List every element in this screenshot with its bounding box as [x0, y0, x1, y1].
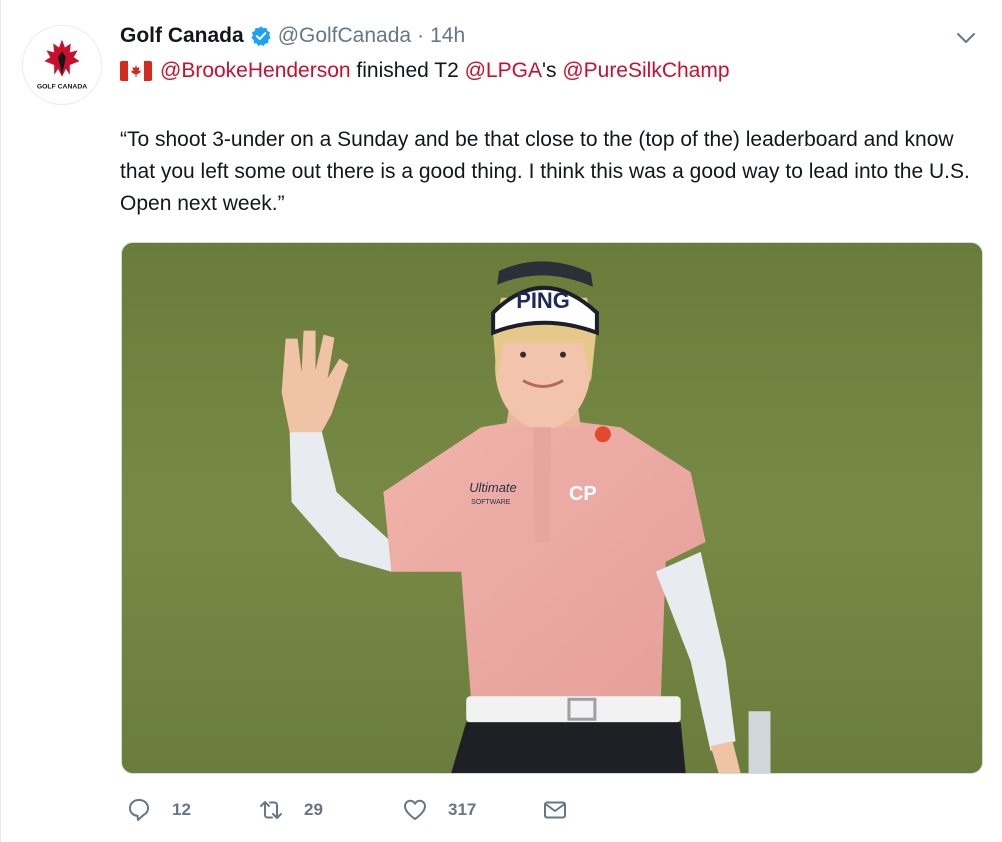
mention-link[interactable]: @PureSilkChamp	[562, 59, 729, 83]
heart-icon	[404, 799, 426, 820]
shirt-sponsor-text: CP	[569, 483, 597, 505]
like-button[interactable]: 317	[402, 797, 542, 823]
retweet-button[interactable]: 29	[258, 797, 396, 823]
visor-text: PING	[516, 288, 570, 313]
tweet-quote: “To shoot 3-under on a Sunday and be tha…	[120, 128, 970, 215]
tweet-photo[interactable]: PING Ultimate SOFTWARE CP	[121, 242, 983, 774]
mention-link[interactable]: @BrookeHenderson	[160, 59, 351, 83]
separator: ·	[417, 24, 425, 47]
chevron-down-icon[interactable]	[955, 30, 977, 46]
envelope-icon	[544, 801, 566, 819]
display-name[interactable]: Golf Canada	[120, 24, 244, 48]
tweet-card: GOLF CANADA Golf Canada @GolfCanada · 14…	[0, 0, 1002, 842]
shirt-logo-text: Ultimate	[469, 480, 517, 495]
handle[interactable]: @GolfCanada	[278, 24, 411, 48]
tweet-actions: 12 29 317	[126, 794, 572, 826]
retweet-icon	[260, 801, 282, 819]
verified-badge-icon	[250, 25, 272, 47]
reply-button[interactable]: 12	[126, 797, 246, 823]
tweet-text-line: @BrookeHenderson finished T2 @LPGA 's @P…	[120, 56, 730, 86]
tweet-text: 's	[541, 59, 563, 82]
shirt-logo-subtext: SOFTWARE	[471, 499, 511, 506]
mention-link[interactable]: @LPGA	[465, 59, 542, 83]
avatar-label: GOLF CANADA	[37, 83, 87, 90]
reply-count: 12	[172, 800, 191, 819]
direct-message-button[interactable]	[542, 797, 572, 823]
tweet-text: finished T2	[350, 59, 465, 82]
tweet-header: Golf Canada @GolfCanada · 14h	[120, 22, 465, 50]
reply-icon	[129, 799, 149, 821]
canada-flag-icon	[120, 61, 152, 81]
retweet-count: 29	[304, 800, 323, 819]
timestamp[interactable]: 14h	[430, 24, 465, 48]
avatar[interactable]: GOLF CANADA	[22, 25, 102, 105]
like-count: 317	[448, 800, 477, 819]
